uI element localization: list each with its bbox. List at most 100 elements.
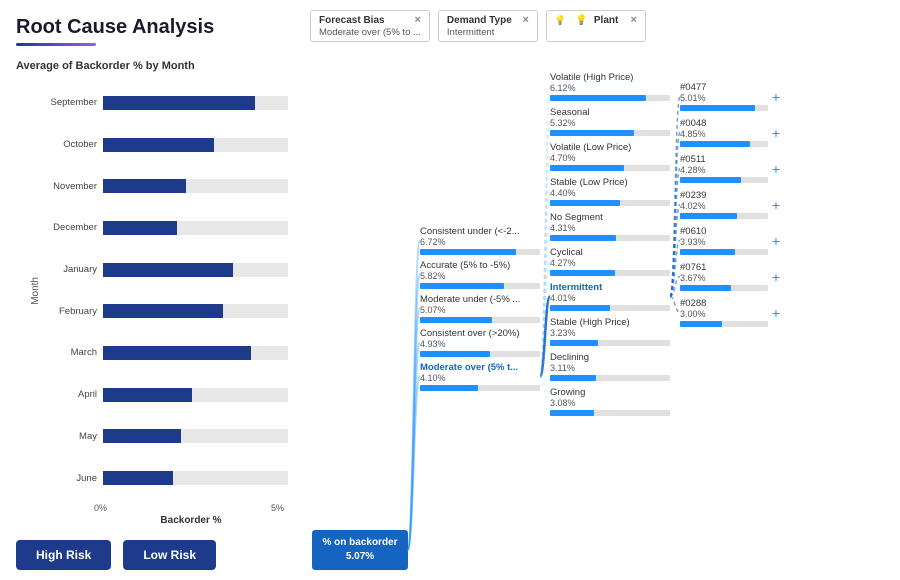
forecast-node-4[interactable]: Moderate over (5% t... 4.10% [420,362,540,391]
filter-chip-0[interactable]: Forecast Bias × Moderate over (5% to ... [310,10,430,42]
demand-node-bar-track [550,130,670,136]
demand-node-bar-track [550,375,670,381]
plant-node-value: 4.02% [680,201,768,211]
plant-bar-area: #0511 4.28% [680,154,768,183]
demand-node-1[interactable]: Seasonal 5.32% [550,107,670,136]
demand-node-label: Seasonal [550,107,670,118]
bar-fill [103,221,177,235]
low-risk-button[interactable]: Low Risk [123,540,216,570]
demand-node-label: Volatile (High Price) [550,72,670,83]
plant-col: #0477 5.01% + #0048 4.85% + #0511 4.28% … [680,52,780,570]
sankey-area: % on backorder 5.07% Consistent under (<… [300,52,890,570]
demand-node-0[interactable]: Volatile (High Price) 6.12% [550,72,670,101]
plant-expand-icon[interactable]: + [772,197,780,213]
demand-node-7[interactable]: Stable (High Price) 3.23% [550,317,670,346]
demand-node-label: No Segment [550,212,670,223]
demand-node-8[interactable]: Declining 3.11% [550,352,670,381]
x-axis-title: Backorder % [26,515,288,526]
plant-node-value: 4.28% [680,165,768,175]
plant-node-bar-track [680,285,768,291]
forecast-node-1[interactable]: Accurate (5% to -5%) 5.82% [420,260,540,289]
chart-title: Average of Backorder % by Month [16,60,288,72]
plant-expand-icon[interactable]: + [772,89,780,105]
high-risk-button[interactable]: High Risk [16,540,111,570]
filter-chip-label: Forecast Bias [319,15,385,26]
plant-expand-icon[interactable]: + [772,269,780,285]
bar-track [103,138,288,152]
forecast-node-value: 5.82% [420,271,540,281]
demand-node-9[interactable]: Growing 3.08% [550,387,670,416]
plant-expand-icon[interactable]: + [772,161,780,177]
demand-node-bar-fill [550,165,624,171]
plant-expand-icon[interactable]: + [772,125,780,141]
forecast-node-bar-fill [420,283,504,289]
plant-node-label: #0477 [680,82,768,93]
demand-node-value: 5.32% [550,118,670,128]
plant-node-4: #0610 3.93% + [680,226,780,255]
forecast-node-3[interactable]: Consistent over (>20%) 4.93% [420,328,540,357]
demand-node-bar-fill [550,130,634,136]
title-underline [16,43,96,46]
source-node-label: % on backorder [322,536,397,550]
bar-fill [103,304,223,318]
plant-bar-area: #0048 4.85% [680,118,768,147]
demand-node-bar-fill [550,95,646,101]
forecast-node-bar-fill [420,317,492,323]
plant-node-value: 3.00% [680,309,768,319]
plant-expand-icon[interactable]: + [772,233,780,249]
demand-node-label: Stable (High Price) [550,317,670,328]
demand-node-value: 4.31% [550,223,670,233]
plant-node-bar-track [680,249,768,255]
bar-label: March [41,347,103,358]
bar-row: November [41,175,288,197]
plant-bar-area: #0239 4.02% [680,190,768,219]
bar-track [103,388,288,402]
demand-node-label: Declining [550,352,670,363]
bar-row: September [41,92,288,114]
filter-close-icon[interactable]: × [522,14,528,26]
bar-row: March [41,342,288,364]
light-bulb-icon: 💡 [575,15,587,26]
page-title: Root Cause Analysis [16,16,288,39]
filter-close-icon[interactable]: × [414,14,420,26]
plant-node-label: #0610 [680,226,768,237]
bar-label: September [41,97,103,108]
demand-node-value: 3.23% [550,328,670,338]
filter-bar: Forecast Bias × Moderate over (5% to ...… [300,10,890,42]
bar-track [103,221,288,235]
demand-node-5[interactable]: Cyclical 4.27% [550,247,670,276]
demand-node-3[interactable]: Stable (Low Price) 4.40% [550,177,670,206]
demand-node-6[interactable]: Intermittent 4.01% [550,282,670,311]
filter-close-icon[interactable]: × [630,14,636,26]
source-node-value: 5.07% [322,550,397,564]
demand-node-4[interactable]: No Segment 4.31% [550,212,670,241]
bar-row: June [41,467,288,489]
filter-chip-2[interactable]: 💡 Plant × [546,10,646,42]
demand-node-value: 4.27% [550,258,670,268]
forecast-node-2[interactable]: Moderate under (-5% ... 5.07% [420,294,540,323]
demand-node-2[interactable]: Volatile (Low Price) 4.70% [550,142,670,171]
bottom-buttons: High Risk Low Risk [16,540,288,570]
plant-expand-icon[interactable]: + [772,305,780,321]
forecast-node-label: Accurate (5% to -5%) [420,260,540,271]
demand-node-bar-track [550,305,670,311]
demand-node-bar-track [550,95,670,101]
forecast-node-label: Moderate over (5% t... [420,362,540,373]
bar-fill [103,346,251,360]
plant-bar-area: #0288 3.00% [680,298,768,327]
filter-chip-1[interactable]: Demand Type × Intermittent [438,10,538,42]
plant-node-bar-track [680,177,768,183]
bar-track [103,96,288,110]
bar-track [103,471,288,485]
bar-row: April [41,384,288,406]
x-axis: 0%5% [26,503,288,513]
plant-bar-area: #0610 3.93% [680,226,768,255]
forecast-node-bar-track [420,385,540,391]
filter-chip-label: Plant [594,15,618,26]
bar-fill [103,429,181,443]
plant-node-bar-track [680,141,768,147]
demand-node-bar-track [550,270,670,276]
forecast-col: Consistent under (<-2... 6.72% Accurate … [420,52,550,570]
demand-node-bar-fill [550,200,620,206]
forecast-node-0[interactable]: Consistent under (<-2... 6.72% [420,226,540,255]
